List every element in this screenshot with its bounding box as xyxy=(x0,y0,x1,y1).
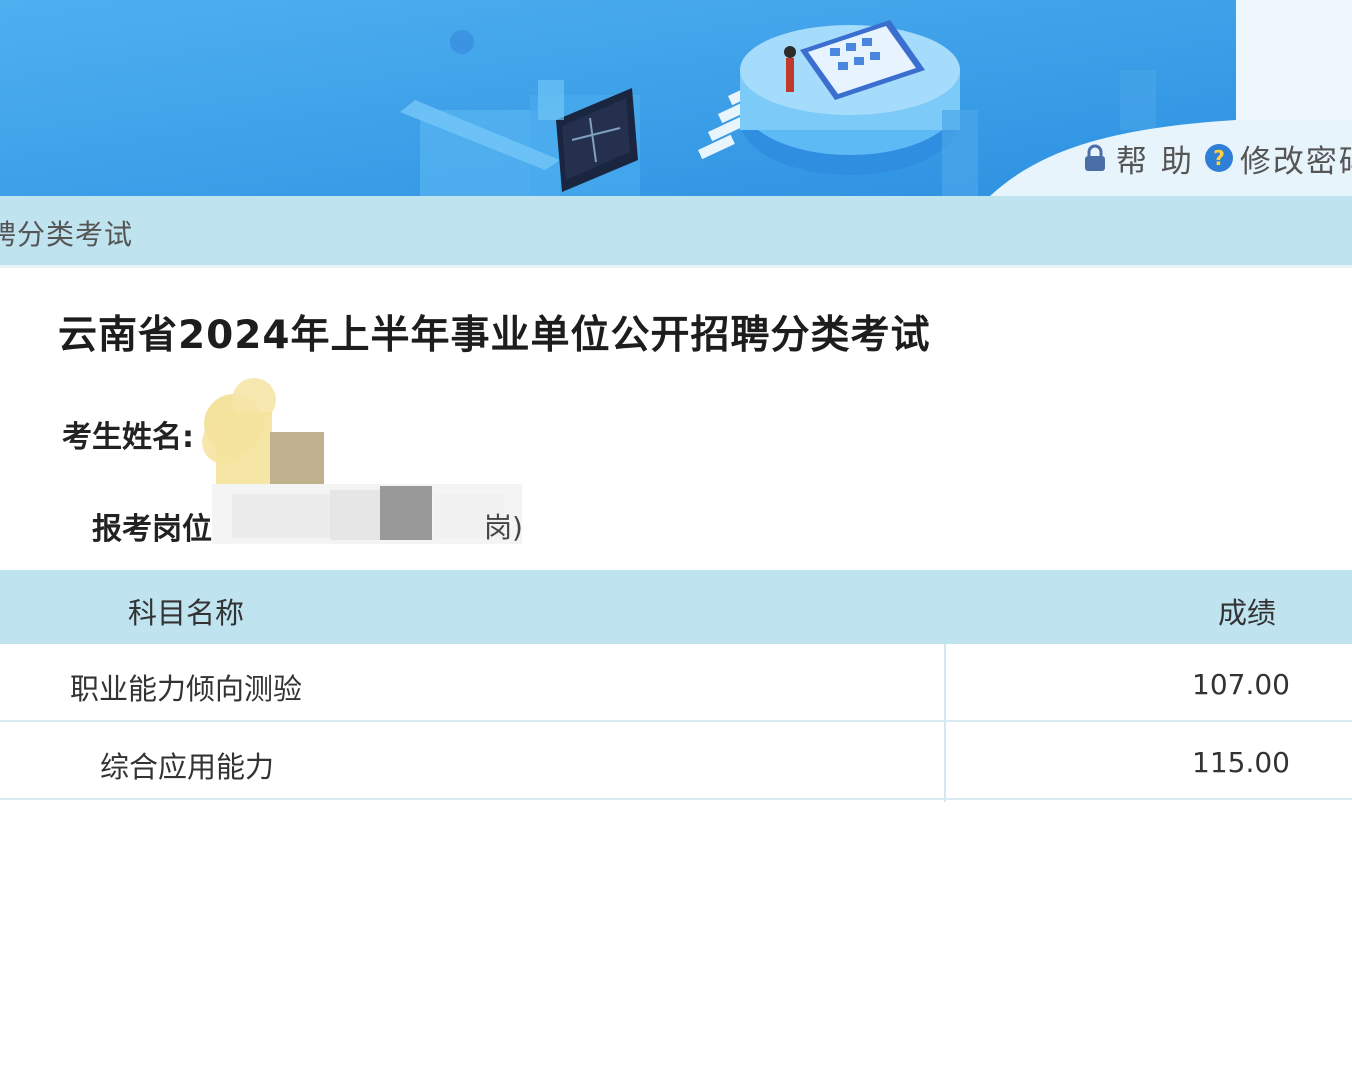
score-table-header: 科目名称 成绩 xyxy=(0,570,1352,644)
subject-cell: 职业能力倾向测验 xyxy=(70,672,303,706)
redacted-name-mosaic xyxy=(202,378,324,488)
column-header-subject: 科目名称 xyxy=(128,596,245,630)
help-link[interactable]: 帮 助 xyxy=(1080,136,1194,181)
score-cell: 107.00 xyxy=(1192,668,1290,701)
column-header-score: 成绩 xyxy=(1218,596,1277,630)
question-circle-icon: ? xyxy=(1204,144,1233,172)
candidate-name-label: 考生姓名: xyxy=(62,420,194,455)
subject-cell: 综合应用能力 xyxy=(100,750,275,784)
redacted-post-mosaic xyxy=(212,484,522,544)
change-password-label: 修改密码 xyxy=(1239,143,1352,180)
page-title: 云南省2024年上半年事业单位公开招聘分类考试 xyxy=(58,313,931,358)
score-cell: 115.00 xyxy=(1192,746,1290,779)
applied-post-label: 报考岗位: xyxy=(92,512,224,547)
column-divider xyxy=(944,644,946,802)
table-row: 综合应用能力 115.00 xyxy=(0,722,1352,800)
change-password-link[interactable]: ? 修改密码 xyxy=(1204,136,1352,181)
breadcrumb: 聘分类考试 xyxy=(0,218,134,251)
breadcrumb-bar: 聘分类考试 xyxy=(0,196,1352,268)
header-banner: 帮 助 ? 修改密码 xyxy=(0,0,1352,196)
applied-post-suffix: 岗) xyxy=(484,511,523,544)
lock-icon xyxy=(1085,144,1105,171)
table-row: 职业能力倾向测验 107.00 xyxy=(0,644,1352,722)
svg-text:?: ? xyxy=(1213,146,1225,170)
header-toolbar: 帮 助 ? 修改密码 xyxy=(1060,120,1352,196)
help-label: 帮 助 xyxy=(1116,143,1194,180)
